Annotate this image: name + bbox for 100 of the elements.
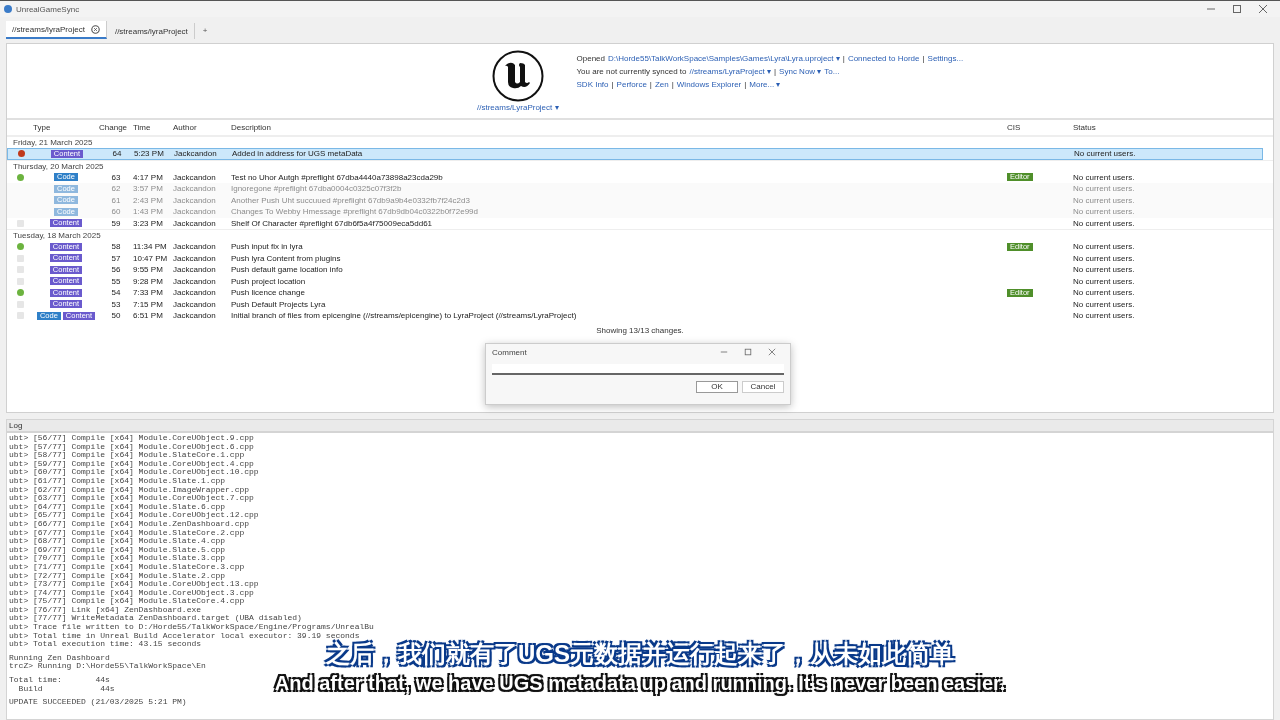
status-text: No current users. [1073, 299, 1136, 309]
stream-tab[interactable]: //streams/lyraProject [6, 21, 107, 39]
log-line: ubt> [74/77] Compile [x64] Module.CoreUObject.3.cpp [9, 588, 254, 597]
header-link[interactable]: Settings... [927, 53, 964, 63]
header-link[interactable]: Windows Explorer [676, 79, 742, 89]
column-header[interactable]: Author [173, 123, 231, 132]
log-line: ubt> [70/77] Compile [x64] Module.Slate.3.cpp [9, 554, 226, 563]
comment-input[interactable] [492, 364, 784, 375]
description-text: Added in address for UGS metaData [232, 149, 364, 159]
column-header[interactable]: Description [231, 123, 971, 132]
status-text: No current users. [1073, 242, 1136, 252]
header-link[interactable]: SDK Info [576, 79, 609, 89]
column-header[interactable]: Change [99, 123, 133, 132]
change-number: 57 [110, 253, 122, 263]
header-text: | [774, 66, 777, 76]
log-line: ubt> [61/77] Compile [x64] Module.Slate.1.cpp [9, 476, 226, 485]
log-line: ubt> [64/77] Compile [x64] Module.Slate.6.cpp [9, 502, 226, 511]
date-group-header: Thursday, 20 March 2025 [7, 159, 1273, 172]
header-link[interactable]: More... ▾ [749, 79, 781, 89]
header-text: | [922, 53, 925, 63]
description-text: Push default game location info [231, 265, 344, 275]
log-line: ubt> [76/77] Link [x64] ZenDashboard.exe [9, 605, 202, 614]
time-text: 9:55 PM [133, 265, 164, 275]
new-tab-button[interactable]: + [196, 26, 214, 39]
cancel-button[interactable]: Cancel [742, 381, 784, 393]
log-line: ubt> [63/77] Compile [x64] Module.CoreUObject.7.cpp [9, 494, 254, 503]
log-line: Running Zen Dashboard [9, 653, 110, 662]
author-text: Jackcandon [173, 276, 217, 286]
time-text: 7:33 PM [133, 288, 164, 298]
time-text: 1:43 PM [133, 207, 164, 217]
description-text: Ignoregone #preflight 67dba0004c0325c07f3f2b [231, 184, 403, 194]
status-text: No current users. [1073, 172, 1136, 182]
change-number: 58 [110, 242, 122, 252]
description-text: Push lyra Content from plugins [231, 253, 342, 263]
close-icon[interactable] [90, 24, 100, 34]
log-line: ubt> [58/77] Compile [x64] Module.SlateCore.1.cpp [9, 451, 245, 460]
author-text: Jackcandon [173, 265, 217, 275]
header-link[interactable]: D:\Horde55\TalkWorkSpace\Samples\Games\Lyra\Lyra.uproject ▾ [608, 53, 840, 63]
log-line: ubt> [56/77] Compile [x64] Module.CoreUObject.9.cpp [9, 434, 254, 442]
change-number: 60 [110, 207, 122, 217]
header-link[interactable]: Zen [654, 79, 669, 89]
author-text: Jackcandon [173, 311, 217, 321]
column-header[interactable]: CIS [971, 123, 1073, 132]
header-link[interactable]: Sync Now ▾ [779, 66, 822, 76]
time-text: 4:17 PM [133, 172, 164, 182]
description-text: Push input fix in lyra [231, 242, 304, 252]
header-link[interactable]: //streams/LyraProject ▾ [689, 66, 772, 76]
log-line: ubt> [69/77] Compile [x64] Module.Slate.5.cpp [9, 545, 226, 554]
log-line: Build 44s [17, 684, 115, 694]
column-header[interactable]: Time [133, 123, 173, 132]
author-text: Jackcandon [173, 242, 217, 252]
author-text: Jackcandon [173, 207, 217, 217]
dialog-title: Comment [492, 347, 527, 357]
description-text: Push Default Projects Lyra [231, 299, 327, 309]
column-header[interactable]: Status [1073, 123, 1213, 132]
log-line: ubt> [68/77] Compile [x64] Module.Slate.4.cpp [9, 537, 226, 546]
log-line: ubt> [72/77] Compile [x64] Module.Slate.2.cpp [9, 571, 226, 580]
status-text: No current users. [1074, 149, 1137, 159]
header-text: Opened [576, 53, 605, 63]
time-text: 10:47 PM [133, 253, 169, 263]
status-text: No current users. [1073, 265, 1136, 275]
status-text: No current users. [1073, 195, 1136, 205]
description-text: Push project location [231, 276, 307, 286]
log-line: ubt> [60/77] Compile [x64] Module.CoreUObject.10.cpp [9, 468, 259, 477]
maximize-icon[interactable] [1232, 4, 1242, 14]
column-header[interactable]: Type [33, 123, 99, 132]
log-line: ubt> Trace file written to D:/Horde55/TalkWorkSpace/Engine/Programs/UnrealBu [9, 623, 374, 632]
time-text: 11:34 PM [133, 242, 168, 252]
log-line: trcZ> Running D:\Horde55\TalkWorkSpace\En [9, 662, 206, 672]
log-line: ubt> [65/77] Compile [x64] Module.CoreUObject.12.cpp [9, 511, 259, 520]
header-text: | [842, 53, 845, 63]
ok-button[interactable]: OK [696, 381, 738, 393]
header-text: | [744, 79, 747, 89]
description-text: Initial branch of files from epicengine (//streams/epicengine) to LyraProject (//streams/LyraProject) [231, 311, 578, 321]
author-text: Jackcandon [173, 253, 217, 263]
change-number: 64 [111, 149, 123, 159]
log-line: ubt> [75/77] Compile [x64] Module.SlateCore.4.cpp [9, 597, 245, 606]
description-text: Test no Uhor Autgh #preflight 67dba4440a73898a23cda29b [231, 172, 444, 182]
maximize-icon[interactable] [744, 348, 752, 356]
close-icon[interactable] [768, 348, 776, 356]
change-number: 53 [110, 299, 122, 309]
author-text: Jackcandon [173, 288, 217, 298]
log-line: ubt> Total execution time: 43.15 seconds [9, 640, 202, 649]
header-link[interactable]: Perforce [616, 79, 647, 89]
status-text: No current users. [1073, 288, 1136, 298]
author-text: Jackcandon [173, 195, 217, 205]
change-number: 56 [110, 265, 122, 275]
log-line: ubt> [57/77] Compile [x64] Module.CoreUObject.6.cpp [9, 442, 254, 451]
author-text: Jackcandon [173, 172, 217, 182]
description-text: Shelf Of Character #preflight 67db6f5a4f75009eca5dd61 [231, 218, 434, 228]
header-link[interactable]: Connected to Horde [847, 53, 920, 63]
change-number: 54 [110, 288, 122, 298]
stream-link[interactable]: //streams/LyraProject ▾ [477, 103, 559, 112]
close-icon[interactable] [1258, 4, 1268, 14]
log-header: Log [6, 419, 1274, 432]
change-count-text: Showing 13/13 changes. [595, 324, 685, 335]
log-line: ubt> [77/77] WriteMetadata ZenDashboard.target (UBA disabled) [9, 614, 302, 624]
author-text: Jackcandon [174, 149, 218, 159]
app-icon [4, 5, 12, 13]
header-link[interactable]: To... [824, 66, 840, 76]
